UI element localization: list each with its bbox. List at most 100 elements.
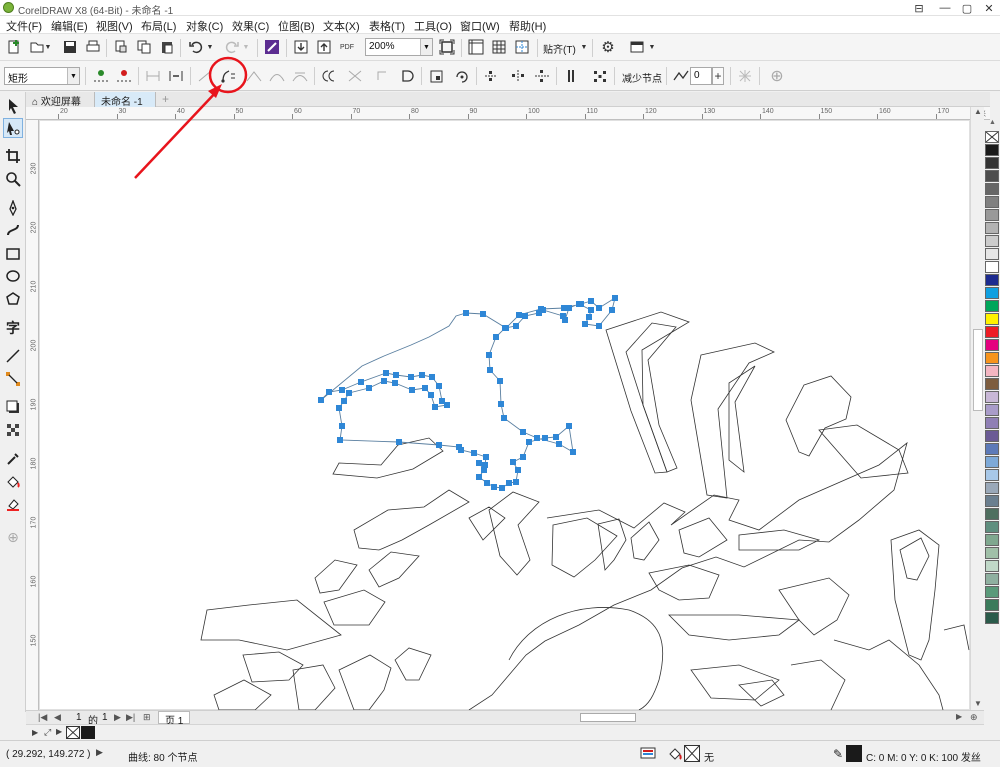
curve-node-handle[interactable]	[566, 423, 572, 429]
palette-color-swatch[interactable]	[985, 235, 999, 247]
palette-color-swatch[interactable]	[985, 586, 999, 598]
curve-node-handle[interactable]	[513, 479, 519, 485]
align-nodes-icon[interactable]	[481, 66, 501, 86]
curve-node-handle[interactable]	[501, 415, 507, 421]
freehand-tool-icon[interactable]	[3, 198, 23, 218]
palette-color-swatch[interactable]	[985, 404, 999, 416]
stretch-scale-nodes-icon[interactable]	[427, 66, 447, 86]
curve-smoothness-input[interactable]: 0	[690, 67, 712, 85]
palette-color-swatch[interactable]	[985, 313, 999, 325]
palette-color-swatch[interactable]	[985, 612, 999, 624]
rectangle-tool-icon[interactable]	[3, 244, 23, 264]
palette-color-swatch[interactable]	[985, 469, 999, 481]
curve-node-handle[interactable]	[346, 390, 352, 396]
palette-color-swatch[interactable]	[985, 261, 999, 273]
curve-node-handle[interactable]	[516, 312, 522, 318]
curve-nodes[interactable]	[318, 295, 618, 491]
curve-node-handle[interactable]	[436, 383, 442, 389]
convert-to-curve-icon[interactable]	[218, 66, 238, 86]
palette-color-swatch[interactable]	[985, 534, 999, 546]
quick-customize-icon[interactable]: ⊕	[3, 527, 23, 547]
new-tab-plus-icon[interactable]: +	[156, 92, 175, 107]
doc-no-color-swatch[interactable]	[66, 726, 80, 739]
select-all-nodes-icon[interactable]	[590, 66, 610, 86]
reflect-vertically-icon[interactable]	[532, 66, 552, 86]
curve-node-handle[interactable]	[534, 435, 540, 441]
vertical-ruler[interactable]: 230 220 210 200 190 180 170 160 150	[26, 120, 39, 710]
curve-node-handle[interactable]	[436, 442, 442, 448]
snap-to-label[interactable]: 贴齐(T)	[543, 41, 576, 56]
zoom-dropdown-arrow-icon[interactable]: ▼	[420, 39, 432, 55]
menu-object[interactable]: 对象(C)	[186, 18, 223, 34]
close-button[interactable]: ✕	[978, 0, 1000, 16]
curve-node-handle[interactable]	[499, 485, 505, 491]
full-screen-icon[interactable]	[437, 37, 457, 57]
eyedropper-tool-icon[interactable]	[3, 449, 23, 469]
palette-color-swatch[interactable]	[985, 287, 999, 299]
curve-node-handle[interactable]	[326, 389, 332, 395]
reflect-horizontally-icon[interactable]	[508, 66, 528, 86]
palette-color-swatch[interactable]	[985, 417, 999, 429]
help-window-icon[interactable]: ⊟	[908, 0, 930, 16]
connector-tool-icon[interactable]	[3, 369, 23, 389]
curve-node-handle[interactable]	[393, 372, 399, 378]
vertical-scrollbar[interactable]: ▲ ▼	[970, 107, 984, 710]
ellipse-tool-icon[interactable]	[3, 266, 23, 286]
curve-node-handle[interactable]	[526, 439, 532, 445]
curve-node-handle[interactable]	[542, 435, 548, 441]
palette-color-swatch[interactable]	[985, 378, 999, 390]
curve-node-handle[interactable]	[458, 447, 464, 453]
curve-node-handle[interactable]	[396, 439, 402, 445]
curve-node-handle[interactable]	[480, 311, 486, 317]
curve-node-handle[interactable]	[506, 480, 512, 486]
curve-node-handle[interactable]	[419, 372, 425, 378]
add-node-icon[interactable]	[91, 66, 111, 86]
artistic-media-tool-icon[interactable]	[3, 220, 23, 240]
doc-palette-menu-icon[interactable]: ▶	[32, 728, 38, 737]
palette-color-swatch[interactable]	[985, 482, 999, 494]
extend-curve-to-close-icon[interactable]	[345, 66, 365, 86]
previous-page-icon[interactable]: ◀	[54, 712, 61, 723]
redo-icon[interactable]	[222, 37, 242, 57]
palette-color-swatch[interactable]	[985, 599, 999, 611]
palette-color-swatch[interactable]	[985, 560, 999, 572]
menu-help[interactable]: 帮助(H)	[509, 18, 546, 34]
curve-node-handle[interactable]	[570, 449, 576, 455]
show-rulers-icon[interactable]	[466, 37, 486, 57]
elastic-mode-icon[interactable]	[561, 66, 581, 86]
search-content-icon[interactable]	[262, 37, 282, 57]
horizontal-ruler[interactable]: 毫米 2030405060708090100110120130140150160…	[26, 107, 990, 120]
palette-color-swatch[interactable]	[985, 508, 999, 520]
curve-node-handle[interactable]	[484, 480, 490, 486]
curve-node-handle[interactable]	[408, 374, 414, 380]
curve-node-handle[interactable]	[463, 310, 469, 316]
import-icon[interactable]	[291, 37, 311, 57]
pick-tool-icon[interactable]	[3, 96, 23, 116]
smoothness-slider-icon[interactable]: +	[712, 67, 724, 85]
maximize-button[interactable]: ▢	[956, 0, 978, 16]
color-proofing-icon[interactable]	[640, 746, 656, 765]
selected-curve[interactable]	[318, 295, 618, 491]
crop-tool-icon[interactable]	[3, 146, 23, 166]
palette-color-swatch[interactable]	[985, 391, 999, 403]
curve-node-handle[interactable]	[522, 313, 528, 319]
curve-node-handle[interactable]	[471, 450, 477, 456]
curve-node-handle[interactable]	[556, 441, 562, 447]
curve-node-handle[interactable]	[481, 467, 487, 473]
scroll-up-arrow-icon[interactable]: ▲	[972, 107, 984, 118]
curve-node-handle[interactable]	[432, 404, 438, 410]
snap-dropdown-arrow-icon[interactable]: ▼	[578, 37, 590, 57]
palette-color-swatch[interactable]	[985, 300, 999, 312]
menu-text[interactable]: 文本(X)	[323, 18, 360, 34]
curve-node-handle[interactable]	[497, 378, 503, 384]
curve-node-handle[interactable]	[503, 325, 509, 331]
application-launcher-icon[interactable]	[627, 37, 647, 57]
menu-effects[interactable]: 效果(C)	[232, 18, 269, 34]
undo-dropdown-arrow-icon[interactable]: ▼	[204, 37, 216, 57]
scroll-right-arrow-icon[interactable]: ▶	[956, 712, 962, 721]
curve-node-handle[interactable]	[510, 459, 516, 465]
options-gear-icon[interactable]: ⚙	[598, 37, 618, 57]
curve-node-handle[interactable]	[578, 301, 584, 307]
save-icon[interactable]	[60, 37, 80, 57]
curve-node-handle[interactable]	[444, 402, 450, 408]
